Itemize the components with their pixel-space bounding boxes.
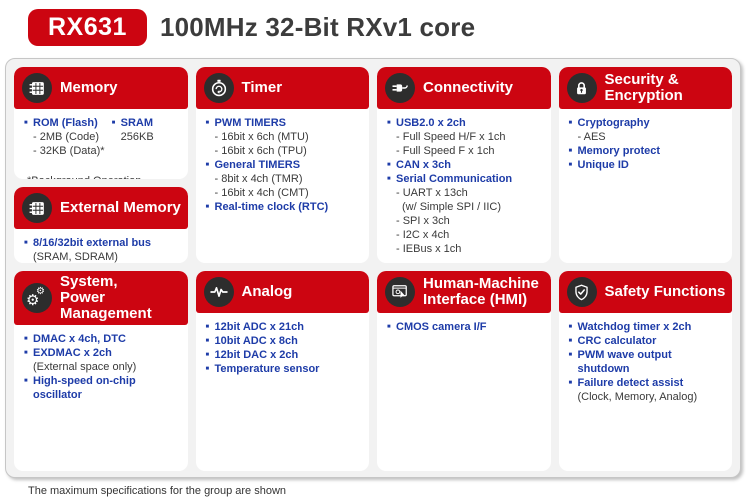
card-safety-header: Safety Functions [558, 271, 732, 313]
feature-item: - UART x 13ch [396, 187, 468, 199]
feature-item: EXDMAC x 2ch [23, 346, 180, 360]
card-feature-list: Cryptography- AESMemory protectUnique ID [559, 109, 733, 263]
feature-item: General TIMERS [205, 158, 362, 172]
card-grid: Memory ROM (Flash)- 2MB (Code) - 32KB (Da… [14, 67, 732, 471]
card-feature-list: PWM TIMERS- 16bit x 6ch (MTU) - 16bit x 6… [196, 109, 370, 263]
feature-item: Real-time clock (RTC) [205, 200, 362, 214]
card-security: Security & Encryption Cryptography- AESM… [558, 67, 733, 263]
card-system-power-header: ⚙ ⚙ System, Power Management [14, 271, 188, 325]
feature-item: 12bit ADC x 21ch [205, 320, 362, 334]
card-hmi: Human-Machine Interface (HMI) CMOS camer… [377, 271, 551, 471]
card-external-memory: External Memory 8/16/32bit external bus(… [14, 187, 188, 263]
page-header: RX631 100MHz 32-Bit RXv1 core [0, 0, 746, 54]
card-hmi-header: Human-Machine Interface (HMI) [377, 271, 551, 313]
feature-item: - AES [577, 131, 606, 143]
card-title: Analog [241, 283, 293, 300]
card-title: External Memory [60, 199, 181, 216]
card-analog: Analog 12bit ADC x 21ch10bit ADC x 8ch12… [195, 271, 370, 471]
feature-item: 10bit ADC x 8ch [205, 334, 362, 348]
page-title: 100MHz 32-Bit RXv1 core [159, 12, 476, 42]
card-title: Security & Encryption [604, 71, 683, 104]
card-title: Human-Machine Interface (HMI) [423, 275, 539, 308]
touchscreen-icon [385, 277, 415, 307]
feature-item: PWM wave output shutdown [568, 348, 725, 376]
product-badge: RX631 [28, 9, 147, 46]
feature-item: - 16bit x 4ch (CMT) [214, 187, 309, 199]
stopwatch-icon [203, 73, 234, 103]
card-feature-list: ROM (Flash)- 2MB (Code) - 32KB (Data)* [23, 116, 111, 158]
feature-item: High-speed on-chip oscillator [23, 374, 180, 402]
feature-item: - 16bit x 6ch (TPU) [214, 145, 307, 157]
feature-item: DMAC x 4ch, DTC [23, 332, 180, 346]
card-feature-list: Watchdog timer x 2chCRC calculatorPWM wa… [559, 313, 733, 471]
feature-item: Failure detect assist [568, 376, 725, 390]
card-safety: Safety Functions Watchdog timer x 2chCRC… [558, 271, 733, 471]
waveform-icon [203, 277, 234, 307]
card-title: Safety Functions [604, 283, 726, 300]
feature-item: CRC calculator [568, 334, 725, 348]
card-timer-header: Timer [195, 67, 369, 109]
feature-item: - Full Speed H/F x 1ch [396, 131, 506, 143]
card-feature-list: DMAC x 4ch, DTCEXDMAC x 2ch(External spa… [14, 325, 188, 471]
card-feature-list: SRAM256KB [111, 116, 180, 158]
gears-icon: ⚙ ⚙ [22, 283, 52, 313]
feature-item: - I2C x 4ch [396, 229, 450, 241]
feature-item: - 16bit x 6ch (MTU) [214, 131, 309, 143]
feature-item: Unique ID [568, 158, 725, 172]
feature-item: Watchdog timer x 2ch [568, 320, 725, 334]
plug-icon [385, 73, 415, 103]
card-feature-list: 8/16/32bit external bus(SRAM, SDRAM) [14, 229, 188, 263]
feature-item: CAN x 3ch [386, 158, 543, 172]
feature-item: 256KB [120, 131, 154, 143]
feature-item: - 32KB (Data)* [33, 145, 105, 157]
feature-item: PWM TIMERS [205, 116, 362, 130]
memory-column: Memory ROM (Flash)- 2MB (Code) - 32KB (Da… [14, 67, 188, 263]
feature-item: (SRAM, SDRAM) [33, 251, 118, 263]
feature-item: - 8bit x 4ch (TMR) [214, 173, 303, 185]
card-title: System, Power Management [60, 273, 152, 322]
footnote: The maximum specifications for the group… [28, 485, 287, 497]
card-memory-header: Memory [14, 67, 188, 109]
feature-item: - 2MB (Code) [33, 131, 100, 143]
feature-item: 12bit DAC x 2ch [205, 348, 362, 362]
feature-item: (Clock, Memory, Analog) [577, 391, 698, 403]
memory-chip-icon [22, 73, 52, 103]
memory-columns: ROM (Flash)- 2MB (Code) - 32KB (Data)* SR… [23, 116, 180, 158]
feature-item: - SPI x 3ch [396, 215, 450, 227]
feature-item: - IEBus x 1ch [396, 243, 462, 255]
card-feature-list: 12bit ADC x 21ch10bit ADC x 8ch12bit DAC… [196, 313, 370, 471]
feature-item: - Full Speed F x 1ch [396, 145, 495, 157]
spec-panel: Memory ROM (Flash)- 2MB (Code) - 32KB (Da… [5, 58, 741, 478]
card-memory-body: ROM (Flash)- 2MB (Code) - 32KB (Data)* SR… [14, 109, 188, 179]
feature-item: (w/ Simple SPI / IIC) [402, 201, 502, 213]
feature-item: SRAM [111, 116, 180, 130]
feature-item: Cryptography [568, 116, 725, 130]
card-title: Timer [241, 79, 283, 96]
card-connectivity-header: Connectivity [377, 67, 551, 109]
card-memory: Memory ROM (Flash)- 2MB (Code) - 32KB (Da… [14, 67, 188, 179]
feature-item: (External space only) [33, 361, 137, 373]
card-analog-header: Analog [195, 271, 369, 313]
feature-item: 8/16/32bit external bus [23, 236, 180, 250]
memory-footnote: *Background Operation [23, 174, 180, 179]
card-security-header: Security & Encryption [558, 67, 732, 109]
card-title: Connectivity [423, 79, 514, 96]
card-feature-list: CMOS camera I/F [377, 313, 551, 471]
card-title: Memory [60, 79, 118, 96]
feature-item: Temperature sensor [205, 362, 362, 376]
card-timer: Timer PWM TIMERS- 16bit x 6ch (MTU) - 16b… [195, 67, 370, 263]
memory-chip-icon [22, 193, 52, 223]
card-external-memory-header: External Memory [14, 187, 188, 229]
feature-item: ROM (Flash) [23, 116, 111, 130]
feature-item: Serial Communication [386, 172, 543, 186]
card-system-power: ⚙ ⚙ System, Power Management DMAC x 4ch,… [14, 271, 188, 471]
card-connectivity: Connectivity USB2.0 x 2ch- Full Speed H/… [377, 67, 551, 263]
feature-item: Memory protect [568, 144, 725, 158]
shield-check-icon [566, 277, 597, 307]
feature-item: CMOS camera I/F [386, 320, 543, 334]
lock-icon [566, 73, 597, 103]
card-feature-list: USB2.0 x 2ch- Full Speed H/F x 1ch - Full… [377, 109, 551, 263]
feature-item: USB2.0 x 2ch [386, 116, 543, 130]
